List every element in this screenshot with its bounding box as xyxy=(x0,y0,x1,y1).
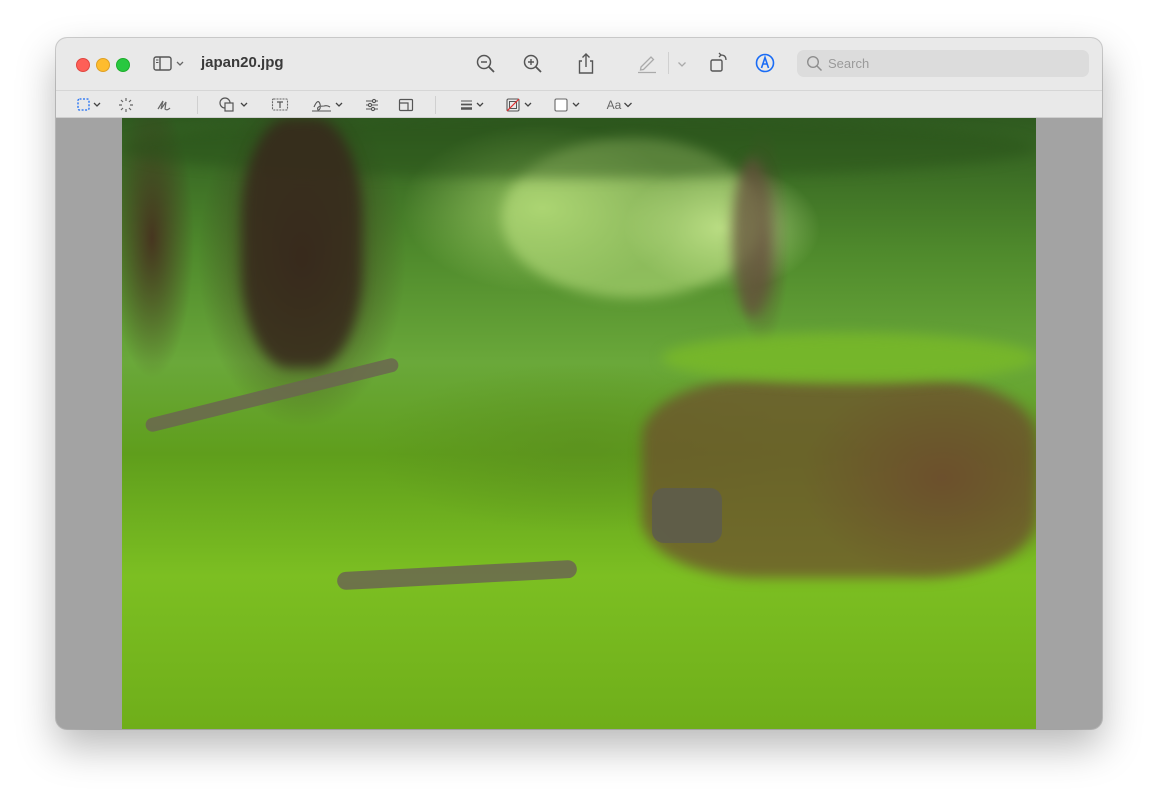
text-style-icon: Aa xyxy=(606,98,622,112)
fill-color-icon xyxy=(554,98,580,112)
document-title: japan20.jpg xyxy=(201,54,284,71)
signature-icon xyxy=(312,101,343,112)
zoom-out-button[interactable] xyxy=(474,52,498,76)
fill-color-button[interactable] xyxy=(553,95,585,115)
sidebar-toggle-icon xyxy=(153,56,184,71)
shape-style-icon xyxy=(461,100,484,110)
selection-tool-button[interactable] xyxy=(76,95,106,115)
search-field[interactable]: Search xyxy=(797,50,1089,77)
sidebar-toggle-button[interactable] xyxy=(152,54,188,74)
minimize-button[interactable] xyxy=(96,58,110,72)
chevron-down-icon xyxy=(624,102,633,108)
adjust-color-icon xyxy=(366,98,378,112)
zoom-in-icon xyxy=(523,54,542,73)
rotate-icon xyxy=(710,52,727,72)
share-icon xyxy=(578,53,594,74)
photo-earth-bank xyxy=(642,378,1036,578)
shape-style-button[interactable] xyxy=(459,95,489,115)
adjust-color-button[interactable] xyxy=(362,95,382,115)
sketch-icon xyxy=(157,100,171,111)
rotate-button[interactable] xyxy=(707,51,731,75)
highlight-pen-icon xyxy=(638,56,656,74)
text-style-button[interactable]: Aa xyxy=(604,95,636,115)
search-icon xyxy=(806,55,823,72)
instant-alpha-icon xyxy=(119,98,133,112)
text-box-button[interactable] xyxy=(270,95,290,115)
maximize-button[interactable] xyxy=(116,58,130,72)
markup-toggle-button[interactable] xyxy=(753,51,777,75)
photo-root xyxy=(144,356,400,434)
sketch-button[interactable] xyxy=(154,95,174,115)
adjust-size-icon xyxy=(398,98,414,112)
border-color-button[interactable] xyxy=(505,95,537,115)
shapes-icon xyxy=(219,97,248,112)
photo-tree-trunk xyxy=(242,118,362,368)
chevron-down-icon xyxy=(678,62,686,67)
zoom-out-icon xyxy=(476,54,495,73)
close-button[interactable] xyxy=(76,58,90,72)
instant-alpha-button[interactable] xyxy=(116,95,136,115)
text-box-icon xyxy=(271,98,289,111)
highlight-button[interactable] xyxy=(635,51,659,75)
document-image[interactable] xyxy=(122,118,1036,729)
rectangular-selection-icon xyxy=(77,98,101,111)
markup-toolbar: Aa xyxy=(56,90,1102,118)
markup-icon xyxy=(755,53,775,73)
photo-rock xyxy=(652,488,722,543)
photo-root xyxy=(336,559,578,591)
shapes-button[interactable] xyxy=(218,95,252,115)
toolbar-divider xyxy=(668,52,669,74)
border-color-icon xyxy=(506,98,532,112)
zoom-in-button[interactable] xyxy=(521,52,545,76)
photo-moss-ridge xyxy=(662,333,1036,383)
signature-button[interactable] xyxy=(310,95,346,115)
preview-window: japan20.jpg Search Aa xyxy=(56,38,1102,729)
toolbar-divider xyxy=(435,96,436,114)
highlight-options-button[interactable] xyxy=(675,54,689,74)
photo-tree-trunk-right xyxy=(732,158,772,318)
share-button[interactable] xyxy=(574,51,598,77)
search-placeholder: Search xyxy=(828,56,870,71)
toolbar-divider xyxy=(197,96,198,114)
adjust-size-button[interactable] xyxy=(396,95,416,115)
title-bar: japan20.jpg Search xyxy=(56,38,1102,90)
